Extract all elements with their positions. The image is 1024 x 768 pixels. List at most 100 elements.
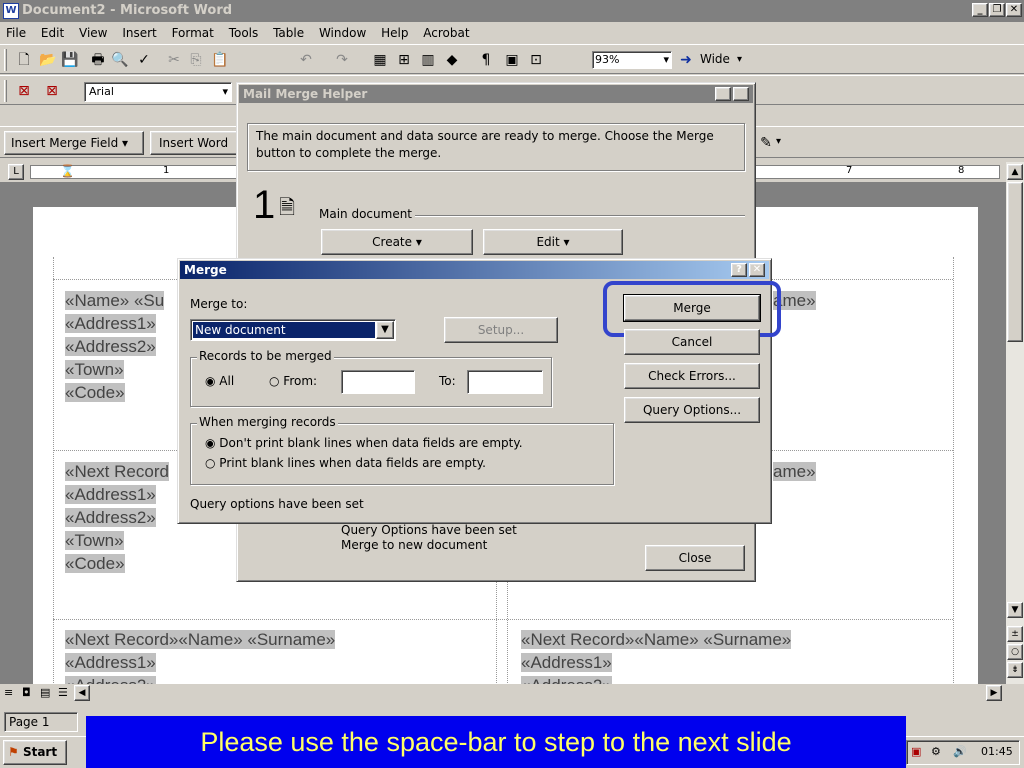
font-name-select[interactable]: Arial ▾ <box>84 82 232 102</box>
create-button[interactable]: Create ▾ <box>321 229 473 255</box>
show-hide-icon[interactable]: ¶ <box>476 50 496 70</box>
close-icon[interactable]: ✕ <box>749 263 765 277</box>
minimize-button[interactable]: _ <box>972 3 988 17</box>
open-folder-icon[interactable]: 📂 <box>38 50 58 70</box>
menu-bar: File Edit View Insert Format Tools Table… <box>0 22 1024 44</box>
insert-merge-field-button[interactable]: Insert Merge Field ▾ <box>4 131 144 155</box>
acrobat-pdf-icon[interactable]: ⊠ <box>14 81 34 101</box>
merge-field: «Address1» <box>521 653 612 672</box>
horizontal-scrollbar[interactable]: ≡ ◘ ▤ ☰ ◀ ▶ <box>0 684 1006 702</box>
merge-field: «Code» <box>65 554 125 573</box>
merge-to-select[interactable]: New document ▼ <box>190 319 396 341</box>
scroll-down-icon[interactable]: ▼ <box>1007 602 1023 618</box>
menu-insert[interactable]: Insert <box>122 26 156 40</box>
close-button[interactable]: Close <box>645 545 745 571</box>
spelling-icon[interactable]: ✓ <box>134 50 154 70</box>
option-print-blank[interactable]: ○ Print blank lines when data fields are… <box>205 456 486 470</box>
indent-marker-icon[interactable]: ⌛ <box>60 164 75 178</box>
cancel-button[interactable]: Cancel <box>624 329 760 355</box>
tray-volume-icon[interactable]: 🔊 <box>953 741 967 763</box>
tables-borders-icon[interactable]: ▦ <box>370 50 390 70</box>
print-view-icon[interactable]: ▤ <box>40 686 50 699</box>
query-options-button[interactable]: Query Options... <box>624 397 760 423</box>
main-document-icon: 🗎 <box>279 195 296 219</box>
next-page-icon[interactable]: ⇟ <box>1007 662 1023 678</box>
tray-app-icon[interactable]: ▣ <box>911 741 921 763</box>
acrobat-email-icon[interactable]: ⊠ <box>42 81 62 101</box>
scroll-right-icon[interactable]: ▶ <box>986 685 1002 701</box>
menu-window[interactable]: Window <box>319 26 366 40</box>
window-title-bar: W Document2 - Microsoft Word _ ❐ ✕ <box>0 0 1024 22</box>
radio-all[interactable]: ◉ All <box>205 374 234 388</box>
paste-icon[interactable]: 📋 <box>210 50 230 70</box>
clock: 01:45 <box>981 745 1013 758</box>
insert-table-icon[interactable]: ⊞ <box>394 50 414 70</box>
web-view-icon[interactable]: ◘ <box>22 686 31 699</box>
step-number: 1 <box>253 183 276 227</box>
start-button[interactable]: ⚑ Start <box>3 740 67 765</box>
menu-acrobat[interactable]: Acrobat <box>423 26 469 40</box>
create-label: Create <box>372 235 413 249</box>
columns-icon[interactable]: ▥ <box>418 50 438 70</box>
check-errors-button[interactable]: Check Errors... <box>624 363 760 389</box>
wide-label[interactable]: Wide <box>700 52 730 66</box>
browse-object-icon[interactable]: ○ <box>1007 644 1023 660</box>
zoom-select[interactable]: 93% ▾ <box>592 51 672 69</box>
merge-field: «Address2» <box>65 337 156 356</box>
edit-label: Edit <box>536 235 560 249</box>
to-input[interactable] <box>467 370 543 394</box>
document-map-icon[interactable]: ▣ <box>502 50 522 70</box>
menu-edit[interactable]: Edit <box>41 26 64 40</box>
menu-file[interactable]: File <box>6 26 26 40</box>
chevron-down-icon[interactable]: ▾ <box>776 136 781 147</box>
scroll-up-icon[interactable]: ▲ <box>1007 164 1023 180</box>
option-dont-print-blank-label: Don't print blank lines when data fields… <box>219 436 523 450</box>
print-preview-icon[interactable]: 🔍 <box>110 50 130 70</box>
previous-page-icon[interactable]: ± <box>1007 626 1023 642</box>
arrow-right-icon[interactable]: ➜ <box>676 50 696 70</box>
restore-button[interactable]: ❐ <box>989 3 1005 17</box>
merge-button[interactable]: Merge <box>623 294 761 322</box>
setup-button[interactable]: Setup... <box>444 317 558 343</box>
merge-field: «Code» <box>65 383 125 402</box>
new-document-icon[interactable]: 🗋 <box>14 50 34 70</box>
vertical-scrollbar[interactable]: ▲ ▼ ± ○ ⇟ <box>1006 162 1024 684</box>
edit-button[interactable]: Edit ▾ <box>483 229 623 255</box>
close-window-button[interactable]: ✕ <box>1006 3 1022 17</box>
cut-icon[interactable]: ✂ <box>164 50 184 70</box>
blank-lines-group: When merging records ◉ Don't print blank… <box>190 415 614 485</box>
print-icon[interactable]: 🖶 <box>88 50 108 70</box>
close-icon[interactable]: ✕ <box>733 87 749 101</box>
radio-from[interactable]: ○ From: <box>269 374 317 388</box>
chevron-down-icon[interactable]: ▼ <box>376 321 394 339</box>
drawing-icon[interactable]: ◆ <box>442 50 462 70</box>
tab-selector-icon[interactable]: L <box>8 164 24 180</box>
option-dont-print-blank[interactable]: ◉ Don't print blank lines when data fiel… <box>205 436 523 450</box>
ruler-mark-7: 7 <box>846 165 853 176</box>
tray-network-icon[interactable]: ⚙ <box>931 741 941 763</box>
zoom-value: 93% <box>595 53 620 66</box>
normal-view-icon[interactable]: ≡ <box>4 686 13 699</box>
insert-word-field-button[interactable]: Insert Word <box>150 131 242 155</box>
copy-icon[interactable]: ⎘ <box>186 50 206 70</box>
web-layout-icon[interactable]: ⊡ <box>526 50 546 70</box>
save-icon[interactable]: 💾 <box>60 50 80 70</box>
menu-tools[interactable]: Tools <box>229 26 259 40</box>
scroll-thumb[interactable] <box>1007 182 1023 342</box>
menu-help[interactable]: Help <box>381 26 408 40</box>
outline-view-icon[interactable]: ☰ <box>58 686 68 699</box>
help-icon[interactable]: ? <box>715 87 731 101</box>
edit-data-source-icon[interactable]: ✎ <box>756 133 776 153</box>
menu-format[interactable]: Format <box>172 26 214 40</box>
toolbar-options-chevron-icon[interactable]: ▾ <box>737 54 742 65</box>
redo-icon[interactable]: ↷ <box>332 50 352 70</box>
windows-logo-icon: ⚑ <box>8 745 19 759</box>
menu-view[interactable]: View <box>79 26 107 40</box>
helper-title-bar: Mail Merge Helper ? ✕ <box>239 85 753 103</box>
help-icon[interactable]: ? <box>731 263 747 277</box>
scroll-left-icon[interactable]: ◀ <box>74 685 90 701</box>
from-input[interactable] <box>341 370 415 394</box>
menu-table[interactable]: Table <box>273 26 304 40</box>
merge-field: «Next Record <box>65 462 169 481</box>
undo-icon[interactable]: ↶ <box>296 50 316 70</box>
